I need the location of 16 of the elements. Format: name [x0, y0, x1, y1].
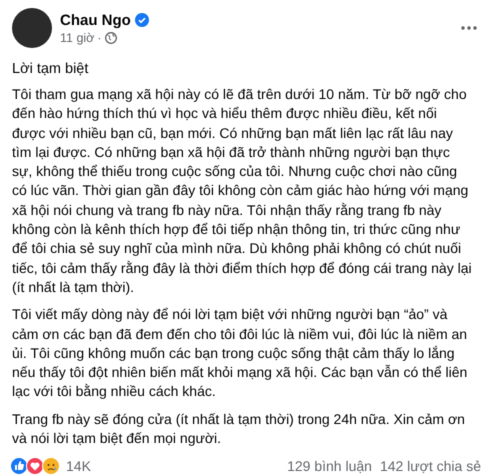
reaction-count[interactable]: 14K	[66, 458, 280, 474]
like-reaction-icon	[10, 456, 28, 475]
globe-icon	[104, 32, 117, 44]
author-name[interactable]: Chau Ngo	[60, 12, 131, 28]
post-title: Lời tạm biệt	[12, 61, 90, 77]
post-paragraph: Tôi viết mấy dòng này để nói lời tạm biệt với những người bạn “ảo” và cảm ơn các bạn đã đem đến cho tôi đôi lúc là niềm vui, đôi lúc là niềm an ủi. Tôi cũng không muốn các bạn trong cuộc sống thật cảm thấy lo lắng nếu thấy tôi đột nhiên biến mất khỏi mạng xã hội. Các bạn vẫn có thể liên lạc với tôi bằng nhiều cách khác.	[12, 305, 468, 402]
comment-count[interactable]: 129 bình luận	[287, 458, 372, 474]
post-paragraph: Tôi tham gua mạng xã hội này có lẽ đã trên dưới 10 năm. Từ bỡ ngỡ cho đến hào hứng thích thú vì học và hiểu thêm được nhiều điều, kết nối được với nhiều bạn cũ, bạn mới. Có những bạn mất liên lạc rất lâu nay tìm lại được. Có những bạn xã hội đã trở thành những người bạn thực sự, không thể thiếu trong cuộc sống của tôi. Nhưng cuộc chơi nào cũng có lúc vãn. Thời gian gần đây tôi không còn cảm giác hào hứng với mạng xã hội nói chung và trang fb này nữa. Tôi nhận thấy rằng trang fb này không còn là kênh thích hợp để tôi tiếp nhận thông tin, tri thức cũng như để tôi chia sẻ suy nghĩ của mình nữa. Dù không phải không có chút nuối tiếc, tôi cảm thấy rằng đây là thời điểm thích hợp để đóng cái trang này lại (ít nhất là tạm thời).	[12, 85, 473, 297]
post-paragraph: Trang fb này sẽ đóng cửa (ít nhất là tạm thời) trong 24h nữa. Xin cảm ơn và nói lời tạm biệt đến mọi người.	[12, 410, 466, 448]
share-count[interactable]: 142 lượt chia sẻ	[380, 458, 481, 474]
more-options-icon[interactable]	[461, 26, 477, 30]
separator-dot: ·	[97, 30, 102, 44]
avatar[interactable]	[12, 8, 52, 48]
heart-reaction-icon	[26, 456, 44, 475]
sad-face-icon	[42, 456, 60, 475]
post-time[interactable]: 11 giờ	[60, 30, 94, 44]
